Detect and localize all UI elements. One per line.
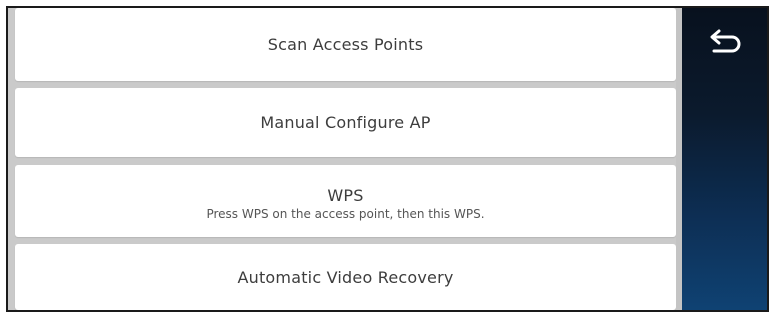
wifi-setup-menu: Scan Access Points Manual Configure AP W… (8, 8, 682, 310)
screen-frame: Scan Access Points Manual Configure AP W… (6, 6, 769, 312)
wps-instructions: Press WPS on the access point, then this… (206, 206, 485, 221)
scan-access-points-button[interactable]: Scan Access Points (15, 8, 676, 81)
scan-access-points-label: Scan Access Points (267, 35, 424, 54)
wps-button[interactable]: WPS Press WPS on the access point, then … (15, 165, 676, 237)
back-button[interactable] (704, 22, 748, 62)
manual-configure-ap-label: Manual Configure AP (260, 113, 431, 132)
manual-configure-ap-button[interactable]: Manual Configure AP (15, 88, 676, 157)
automatic-video-recovery-label: Automatic Video Recovery (237, 267, 454, 287)
back-arrow-icon (710, 29, 741, 53)
wps-label: WPS (327, 185, 364, 205)
side-panel (682, 8, 767, 310)
automatic-video-recovery-button[interactable]: Automatic Video Recovery (15, 244, 676, 310)
